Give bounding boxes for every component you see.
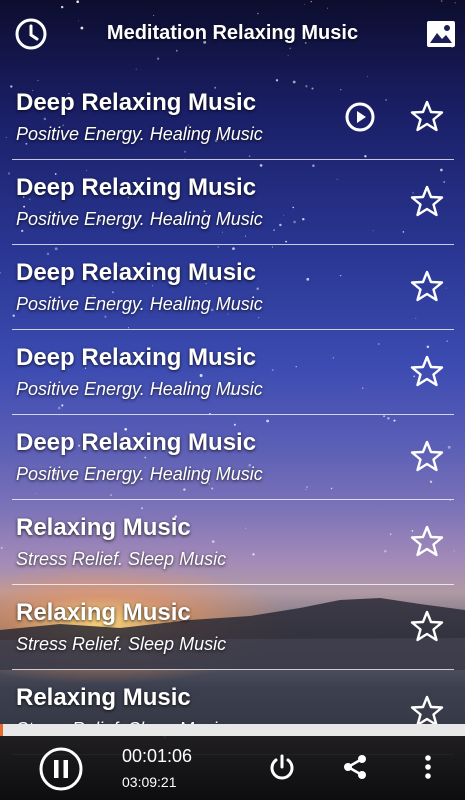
track-subtitle: Positive Energy. Healing Music: [16, 379, 263, 399]
track-title: Relaxing Music: [16, 684, 191, 711]
play-icon[interactable]: [344, 101, 376, 133]
star-dot: [5, 136, 7, 138]
progress-fill: [0, 724, 3, 736]
track-list: Deep Relaxing Music Positive Energy. Heal…: [12, 75, 454, 755]
star-dot: [0, 271, 1, 274]
track-subtitle: Stress Relief. Sleep Music: [16, 634, 227, 654]
track-title: Deep Relaxing Music: [16, 429, 257, 456]
favorite-star-icon[interactable]: [410, 694, 444, 728]
favorite-star-icon[interactable]: [410, 439, 444, 473]
favorite-star-icon[interactable]: [410, 524, 444, 558]
favorite-star-icon[interactable]: [410, 354, 444, 388]
track-subtitle: Positive Energy. Healing Music: [16, 464, 263, 484]
favorite-star-icon[interactable]: [410, 184, 444, 218]
power-icon[interactable]: [267, 752, 297, 782]
total-time: 03:09:21: [122, 774, 177, 790]
track-subtitle: Positive Energy. Healing Music: [16, 124, 263, 144]
track-title: Deep Relaxing Music: [16, 259, 257, 286]
share-icon[interactable]: [340, 752, 370, 782]
track-title: Deep Relaxing Music: [16, 174, 257, 201]
favorite-star-icon[interactable]: [410, 609, 444, 643]
pause-icon[interactable]: [38, 746, 84, 792]
more-vertical-icon[interactable]: [413, 752, 443, 782]
track-row[interactable]: Relaxing Music Stress Relief. Sleep Music: [12, 500, 454, 585]
track-row[interactable]: Deep Relaxing Music Positive Energy. Heal…: [12, 330, 454, 415]
page-title: Meditation Relaxing Music: [106, 22, 359, 44]
track-row[interactable]: Deep Relaxing Music Positive Energy. Heal…: [12, 245, 454, 330]
track-subtitle: Stress Relief. Sleep Music: [16, 549, 227, 569]
app-header: Meditation Relaxing Music: [0, 0, 465, 70]
track-row[interactable]: Deep Relaxing Music Positive Energy. Heal…: [12, 160, 454, 245]
star-dot: [0, 546, 3, 549]
favorite-star-icon[interactable]: [410, 99, 444, 133]
track-title: Deep Relaxing Music: [16, 89, 257, 116]
current-time: 00:01:06: [122, 746, 193, 766]
track-title: Deep Relaxing Music: [16, 344, 257, 371]
favorite-star-icon[interactable]: [410, 269, 444, 303]
player-bar: 00:01:06 03:09:21: [0, 736, 465, 800]
track-row[interactable]: Deep Relaxing Music Positive Energy. Heal…: [12, 75, 454, 160]
star-dot: [7, 172, 11, 175]
track-subtitle: Positive Energy. Healing Music: [16, 294, 263, 314]
track-row[interactable]: Relaxing Music Stress Relief. Sleep Music: [12, 585, 454, 670]
track-title: Relaxing Music: [16, 514, 191, 541]
track-title: Relaxing Music: [16, 599, 191, 626]
progress-bar[interactable]: [0, 724, 465, 736]
image-icon[interactable]: [424, 17, 458, 51]
track-row[interactable]: Deep Relaxing Music Positive Energy. Heal…: [12, 415, 454, 500]
track-subtitle: Positive Energy. Healing Music: [16, 209, 263, 229]
